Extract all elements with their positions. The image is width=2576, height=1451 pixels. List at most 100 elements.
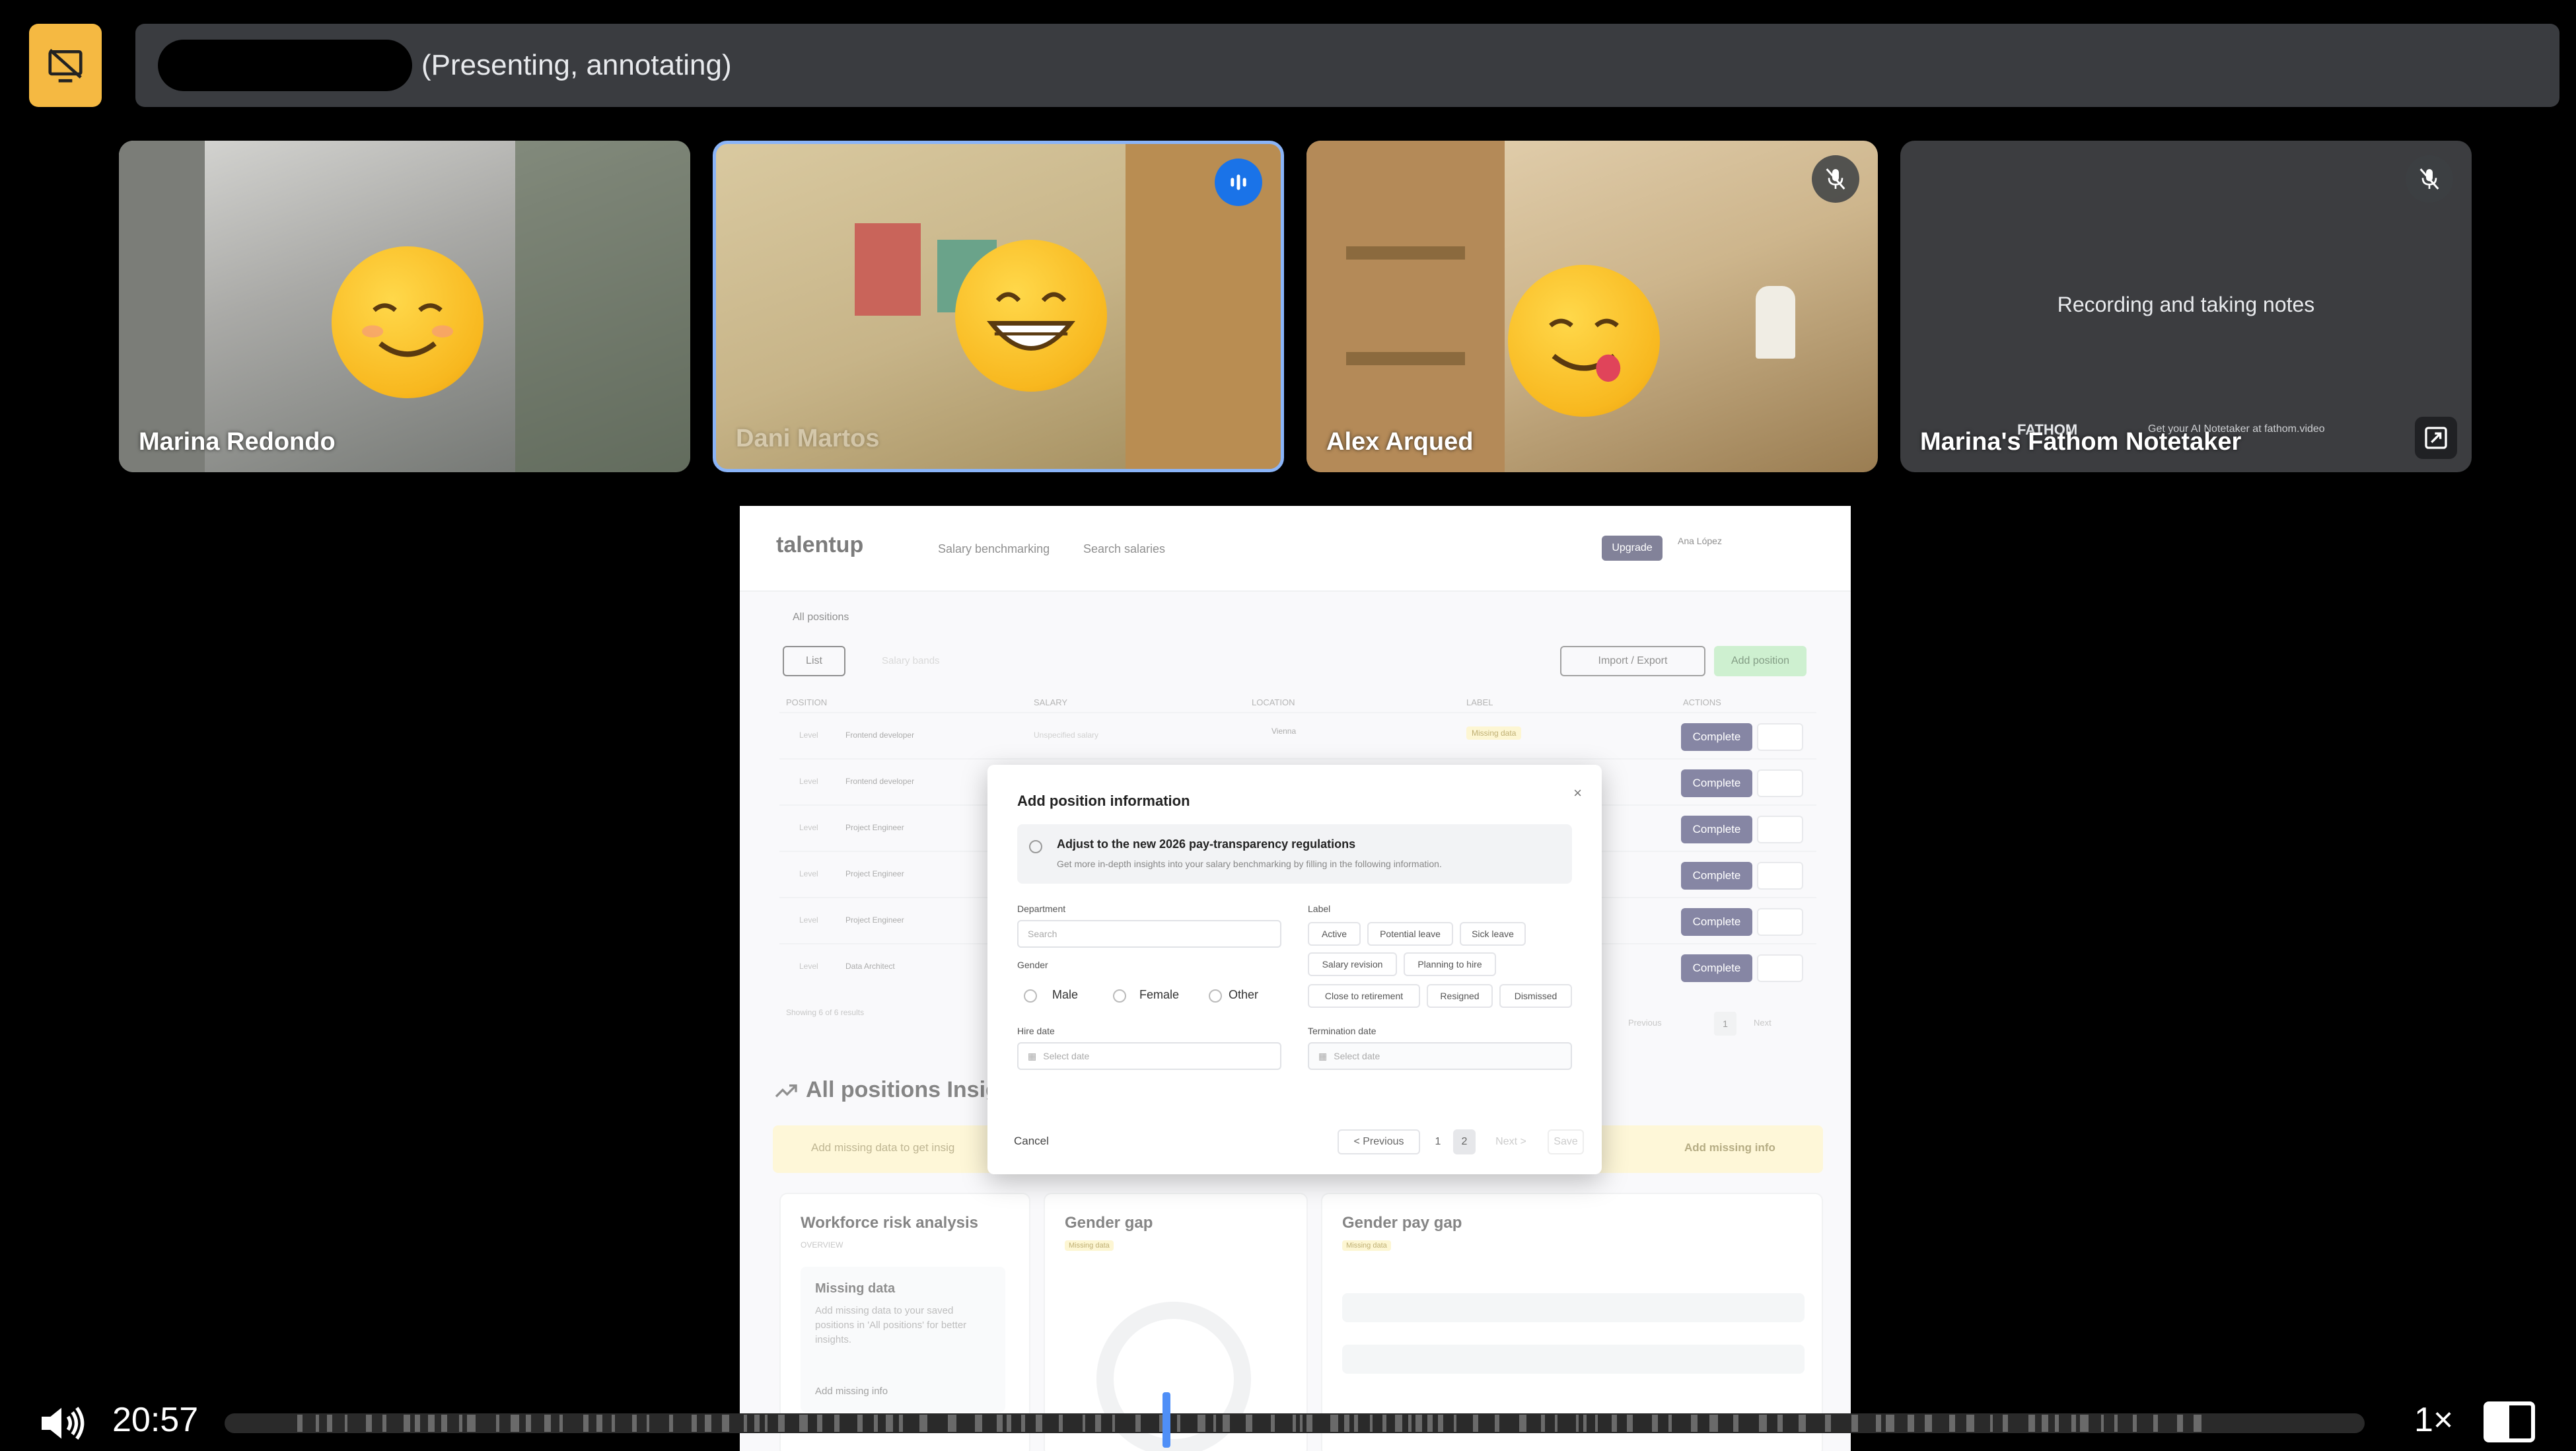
scrubber-tick <box>1990 1415 1993 1432</box>
scrubber-tick <box>441 1415 447 1432</box>
volume-icon[interactable] <box>32 1397 91 1450</box>
scrubber-tick <box>2194 1415 2201 1432</box>
scrubber-tick <box>1293 1415 1296 1432</box>
termination-date-input[interactable]: ▦ Select date <box>1308 1042 1572 1070</box>
gender-female[interactable]: Female <box>1139 988 1179 1002</box>
scrubber-tick <box>1382 1415 1386 1432</box>
hire-date-input[interactable]: ▦ Select date <box>1017 1042 1281 1070</box>
chip-close-to-retirement[interactable]: Close to retirement <box>1308 984 1420 1008</box>
modal-page-1[interactable]: 1 <box>1427 1129 1449 1154</box>
playhead-handle[interactable] <box>1162 1392 1170 1448</box>
scrubber-tick <box>1036 1415 1042 1432</box>
chip-active[interactable]: Active <box>1308 922 1361 946</box>
close-icon[interactable]: × <box>1573 785 1582 802</box>
modal-prev-button[interactable]: < Previous <box>1338 1129 1420 1154</box>
scrubber-tick <box>2080 1415 2089 1432</box>
scrubber-tick <box>1438 1415 1443 1432</box>
participant-name: Marina Redondo <box>139 428 336 456</box>
scrubber-tick <box>1330 1415 1338 1432</box>
scrubber-tick <box>596 1415 602 1432</box>
calendar-icon: ▦ <box>1318 1050 1328 1061</box>
theater-mode-icon[interactable] <box>2484 1401 2535 1442</box>
scrubber-tick <box>1825 1415 1831 1432</box>
scrubber-tick <box>886 1415 893 1432</box>
scrubber-tick <box>1473 1415 1478 1432</box>
chip-resigned[interactable]: Resigned <box>1427 984 1493 1008</box>
chip-salary-revision[interactable]: Salary revision <box>1308 952 1397 976</box>
gender-male[interactable]: Male <box>1052 988 1078 1002</box>
scrubber-tick <box>2028 1415 2035 1432</box>
gender-radio-male[interactable] <box>1024 989 1037 1003</box>
participant-name: Dani Martos <box>736 425 880 452</box>
label-field-label: Label <box>1308 903 1331 914</box>
participant-tile-dani[interactable]: Dani Martos <box>713 141 1284 472</box>
scrubber-tick <box>467 1415 476 1432</box>
scrubber-tick <box>817 1415 822 1432</box>
modal-next-button[interactable]: Next > <box>1480 1129 1542 1154</box>
scrubber-tick <box>1495 1415 1499 1432</box>
playback-scrubber[interactable] <box>225 1413 2365 1433</box>
scrubber-tick <box>1583 1415 1587 1432</box>
banner-subtitle: Get more in-depth insights into your sal… <box>1057 859 1442 869</box>
participant-name: Alex Arqued <box>1326 428 1474 456</box>
cancel-button[interactable]: Cancel <box>1014 1135 1049 1148</box>
hire-date-label: Hire date <box>1017 1026 1055 1036</box>
speaking-indicator <box>1215 159 1262 206</box>
participant-tile-fathom[interactable]: Recording and taking notes FATHOM Get yo… <box>1900 141 2472 472</box>
chip-sick-leave[interactable]: Sick leave <box>1460 922 1526 946</box>
stop-presenting-button[interactable] <box>29 24 102 107</box>
mic-off-icon <box>1826 168 1845 190</box>
scrubber-tick <box>1454 1415 1456 1432</box>
modal-title: Add position information <box>1017 793 1190 809</box>
scrubber-tick <box>459 1415 462 1432</box>
scrubber-tick <box>799 1415 808 1432</box>
scrubber-tick <box>2055 1415 2059 1432</box>
scrubber-tick <box>754 1415 760 1432</box>
scrubber-tick <box>1555 1415 1557 1432</box>
scrubber-tick <box>2042 1415 2048 1432</box>
stop-presenting-icon <box>48 49 83 83</box>
scrubber-tick <box>778 1415 785 1432</box>
notetaker-status: Recording and taking notes <box>2057 293 2315 316</box>
gender-radio-other[interactable] <box>1209 989 1222 1003</box>
scrubber-tick <box>612 1415 615 1432</box>
modal-page-2[interactable]: 2 <box>1453 1129 1476 1154</box>
department-label: Department <box>1017 903 1066 914</box>
scrubber-tick <box>1966 1415 1974 1432</box>
banner-title: Adjust to the new 2026 pay-transparency … <box>1057 837 1356 851</box>
gender-radio-female[interactable] <box>1113 989 1126 1003</box>
termination-date-label: Termination date <box>1308 1026 1377 1036</box>
scrubber-tick <box>1668 1415 1672 1432</box>
scrubber-tick <box>722 1415 729 1432</box>
scrubber-tick <box>2071 1415 2076 1432</box>
participant-tile-alex[interactable]: Alex Arqued <box>1306 141 1878 472</box>
scrubber-tick <box>1595 1415 1598 1432</box>
scrubber-tick <box>1370 1415 1373 1432</box>
playback-speed[interactable]: 1× <box>2414 1400 2453 1440</box>
scrubber-tick <box>899 1415 903 1432</box>
scrubber-tick <box>1627 1415 1633 1432</box>
scrubber-tick <box>1083 1415 1085 1432</box>
gender-other[interactable]: Other <box>1229 988 1258 1002</box>
hire-date-placeholder: Select date <box>1043 1051 1090 1061</box>
shared-screen[interactable]: talentup Salary benchmarking Search sala… <box>740 506 1851 1451</box>
department-select[interactable]: Search <box>1017 920 1281 948</box>
scrubber-tick <box>948 1415 956 1432</box>
scrubber-tick <box>1213 1415 1216 1432</box>
modal-save-button[interactable]: Save <box>1548 1129 1584 1154</box>
scrubber-tick <box>997 1415 1003 1432</box>
scrubber-tick <box>382 1415 386 1432</box>
scrubber-marks <box>297 1415 2201 1432</box>
scrubber-tick <box>1271 1415 1275 1432</box>
termination-placeholder: Select date <box>1334 1051 1380 1061</box>
chip-potential-leave[interactable]: Potential leave <box>1367 922 1453 946</box>
chip-planning-to-hire[interactable]: Planning to hire <box>1404 952 1496 976</box>
chip-dismissed[interactable]: Dismissed <box>1499 984 1572 1008</box>
participant-tile-marina[interactable]: Marina Redondo <box>119 141 690 472</box>
scrubber-tick <box>1344 1415 1349 1432</box>
scrubber-tick <box>669 1415 673 1432</box>
regulation-banner: Adjust to the new 2026 pay-transparency … <box>1017 824 1572 884</box>
scrubber-tick <box>1246 1415 1252 1432</box>
pin-tile-button[interactable] <box>2415 417 2457 459</box>
scrubber-tick <box>415 1415 420 1432</box>
